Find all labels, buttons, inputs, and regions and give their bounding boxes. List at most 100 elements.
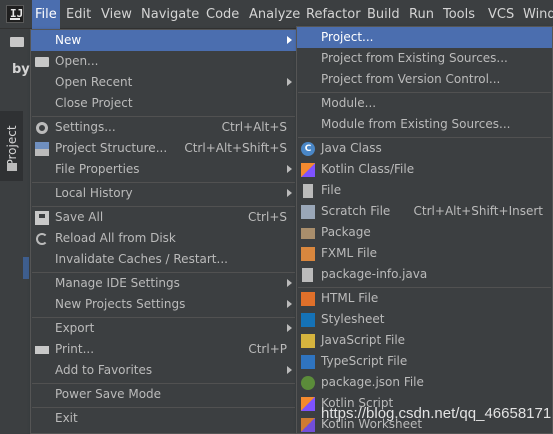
menu-run[interactable]: Run (406, 0, 437, 29)
file-menu-save-all[interactable]: Save All Ctrl+S (31, 207, 296, 228)
menu-item-label: Save All (55, 210, 104, 224)
css-icon (301, 313, 315, 327)
menu-item-label: Java Class (321, 141, 382, 155)
file-menu-open[interactable]: Open... (31, 51, 296, 72)
submenu-arrow-icon (287, 36, 292, 44)
menu-code[interactable]: Code (203, 0, 242, 29)
menu-item-label: New Projects Settings (55, 297, 186, 311)
menu-item-label: JavaScript File (321, 333, 406, 347)
new-package-info-item[interactable]: package-info.java (297, 264, 552, 285)
new-package-json-item[interactable]: package.json File (297, 372, 552, 393)
new-project-item[interactable]: Project... (297, 27, 552, 48)
file-icon (303, 184, 313, 198)
menu-edit[interactable]: Edit (63, 0, 94, 29)
file-menu-export[interactable]: Export (31, 318, 296, 339)
project-tool-tab-label: Project (5, 125, 19, 167)
typescript-icon (301, 355, 315, 369)
submenu-arrow-icon (287, 189, 292, 197)
menu-item-label: Project from Version Control... (321, 72, 501, 86)
new-javascript-file-item[interactable]: JavaScript File (297, 330, 552, 351)
wrench-icon (36, 122, 48, 134)
menu-analyze[interactable]: Analyze (246, 0, 303, 29)
project-folder-icon (7, 163, 17, 171)
menu-item-label: Reload All from Disk (55, 231, 176, 245)
fxml-icon (301, 247, 315, 261)
file-menu-manage-ide-settings[interactable]: Manage IDE Settings (31, 273, 296, 294)
package-icon (301, 228, 315, 239)
file-menu-invalidate-caches[interactable]: Invalidate Caches / Restart... (31, 249, 296, 270)
menu-item-label: Settings... (55, 120, 116, 134)
menu-navigate[interactable]: Navigate (138, 0, 202, 29)
menu-item-label: New (55, 33, 82, 47)
selection-marker (23, 257, 29, 279)
package-info-icon (302, 268, 313, 282)
menubar: IJ File Edit View Navigate Code Analyze … (0, 0, 553, 29)
left-tool-strip: bys Project (0, 29, 38, 434)
file-menu-open-recent[interactable]: Open Recent (31, 72, 296, 93)
menu-item-shortcut: Ctrl+Alt+Shift+S (184, 141, 287, 155)
kotlin-script-icon (301, 397, 315, 411)
file-menu-exit[interactable]: Exit (31, 408, 296, 429)
new-html-file-item[interactable]: HTML File (297, 288, 552, 309)
new-typescript-file-item[interactable]: TypeScript File (297, 351, 552, 372)
menu-item-label: File Properties (55, 162, 140, 176)
menu-refactor[interactable]: Refactor (303, 0, 364, 29)
kotlin-worksheet-icon (301, 418, 315, 432)
file-menu-add-to-favorites[interactable]: Add to Favorites (31, 360, 296, 381)
scratch-file-icon (301, 205, 315, 219)
menu-item-label: Stylesheet (321, 312, 385, 326)
menu-window[interactable]: Wind (520, 0, 553, 29)
new-file-item[interactable]: File (297, 180, 552, 201)
print-icon (35, 346, 49, 354)
java-class-icon: C (301, 142, 315, 156)
menu-item-label: Project Structure... (55, 141, 168, 155)
watermark: https://blog.csdn.net/qq_46658171 (321, 405, 552, 422)
file-menu: New Open... Open Recent Close Project Se… (30, 29, 297, 434)
menu-item-label: Close Project (55, 96, 133, 110)
intellij-logo-icon: IJ (6, 5, 24, 23)
file-menu-local-history[interactable]: Local History (31, 183, 296, 204)
new-kotlin-class-item[interactable]: Kotlin Class/File (297, 159, 552, 180)
file-menu-new-projects-settings[interactable]: New Projects Settings (31, 294, 296, 315)
menu-item-label: Module... (321, 96, 377, 110)
menu-item-label: Invalidate Caches / Restart... (55, 252, 228, 266)
new-module-item[interactable]: Module... (297, 93, 552, 114)
javascript-icon (301, 334, 315, 348)
menu-item-label: Open... (55, 54, 99, 68)
menu-item-label: Module from Existing Sources... (321, 117, 511, 131)
new-package-item[interactable]: Package (297, 222, 552, 243)
new-scratch-file-item[interactable]: Scratch File Ctrl+Alt+Shift+Insert (297, 201, 552, 222)
open-folder-icon[interactable] (10, 37, 24, 47)
menu-item-label: Package (321, 225, 371, 239)
file-menu-reload[interactable]: Reload All from Disk (31, 228, 296, 249)
new-project-existing-sources-item[interactable]: Project from Existing Sources... (297, 48, 552, 69)
kotlin-icon (301, 163, 315, 177)
new-module-existing-sources-item[interactable]: Module from Existing Sources... (297, 114, 552, 135)
new-project-vcs-item[interactable]: Project from Version Control... (297, 69, 552, 90)
menu-view[interactable]: View (98, 0, 135, 29)
file-menu-file-properties[interactable]: File Properties (31, 159, 296, 180)
menu-item-label: Manage IDE Settings (55, 276, 180, 290)
submenu-arrow-icon (287, 279, 292, 287)
new-java-class-item[interactable]: C Java Class (297, 138, 552, 159)
menu-item-shortcut: Ctrl+P (248, 342, 287, 356)
menu-item-label: package.json File (321, 375, 424, 389)
new-fxml-file-item[interactable]: FXML File (297, 243, 552, 264)
new-stylesheet-item[interactable]: Stylesheet (297, 309, 552, 330)
file-menu-power-save-mode[interactable]: Power Save Mode (31, 384, 296, 405)
file-menu-settings[interactable]: Settings... Ctrl+Alt+S (31, 117, 296, 138)
menu-item-shortcut: Ctrl+Alt+S (221, 120, 287, 134)
menu-item-label: Exit (55, 411, 78, 425)
file-menu-close-project[interactable]: Close Project (31, 93, 296, 114)
folder-icon (35, 57, 49, 67)
file-menu-new[interactable]: New (31, 30, 296, 51)
menu-vcs[interactable]: VCS (485, 0, 517, 29)
menu-build[interactable]: Build (364, 0, 403, 29)
save-icon (35, 211, 49, 225)
file-menu-print[interactable]: Print... Ctrl+P (31, 339, 296, 360)
menu-item-label: Print... (55, 342, 95, 356)
menu-file[interactable]: File (32, 0, 60, 29)
menu-tools[interactable]: Tools (440, 0, 478, 29)
menu-item-label: package-info.java (321, 267, 428, 281)
file-menu-project-structure[interactable]: Project Structure... Ctrl+Alt+Shift+S (31, 138, 296, 159)
